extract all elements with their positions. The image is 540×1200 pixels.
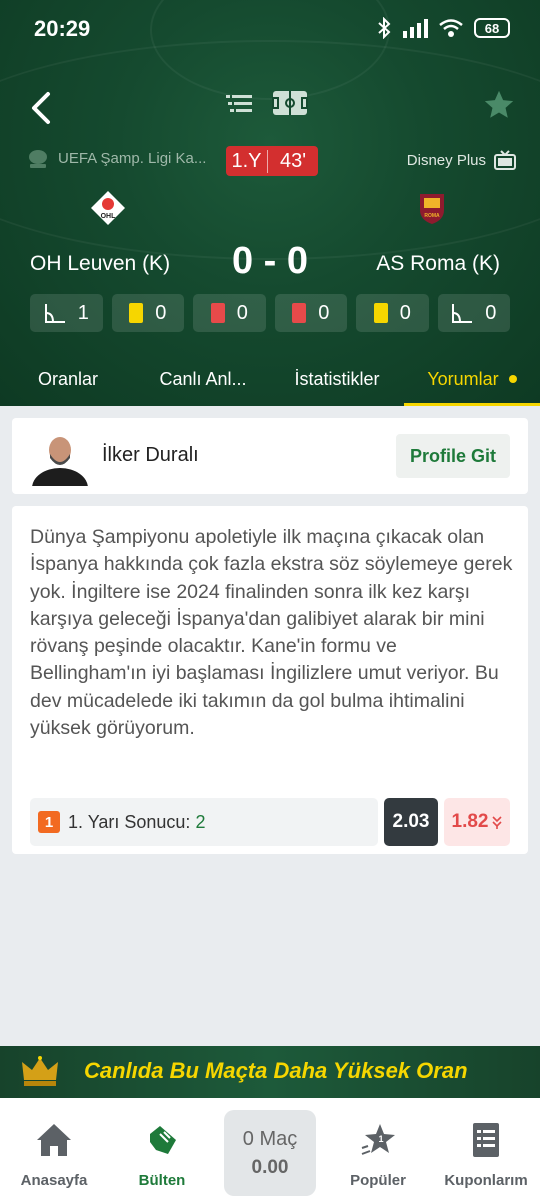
- stat-value: 1: [77, 301, 89, 324]
- list-view-icon[interactable]: [226, 93, 252, 113]
- status-time: 20:29: [34, 16, 91, 41]
- nav-popular[interactable]: 1 Popüler: [324, 1098, 432, 1200]
- profile-button[interactable]: Profile Git: [396, 434, 510, 478]
- bottom-nav: Anasayfa Bülten 0 Maç 0.00 1 Popüler Kup…: [0, 1098, 540, 1200]
- author-card: İlker Duralı Profile Git: [12, 418, 528, 494]
- away-yellow-cards: 0: [356, 294, 429, 332]
- coupon-summary-button[interactable]: 0 Maç 0.00: [224, 1110, 316, 1196]
- home-red-cards: 0: [193, 294, 266, 332]
- status-icons: 68: [376, 17, 510, 39]
- corner-flag-icon: [44, 304, 65, 323]
- nav-label: Popüler: [350, 1172, 406, 1189]
- nav-label: Bülten: [138, 1172, 186, 1189]
- comment-card: Dünya Şampiyonu apoletiyle ilk maçına çı…: [12, 506, 528, 854]
- tab-istatistikler[interactable]: İstatistikler: [270, 352, 404, 406]
- author-photo: [30, 426, 90, 486]
- star-icon: [484, 90, 514, 118]
- status-bar: 20:29 68: [0, 0, 540, 58]
- back-button[interactable]: [24, 88, 64, 128]
- tab-canli-anlatim[interactable]: Canlı Anl...: [136, 352, 270, 406]
- promo-banner[interactable]: Canlıda Bu Maçta Daha Yüksek Oran: [0, 1046, 540, 1098]
- match-tabs: Oranlar Canlı Anl... İstatistikler Yorum…: [0, 352, 540, 406]
- home-team-logo: OHL: [91, 191, 125, 225]
- pitch-view-icon[interactable]: [272, 90, 308, 116]
- tab-yorumlar[interactable]: Yorumlar: [404, 352, 540, 406]
- broadcaster: Disney Plus: [407, 150, 516, 170]
- match-header: 20:29 68 UEFA Şamp. Ligi Ka... 1.Y 43' D…: [0, 0, 540, 406]
- away-corners: 0: [437, 294, 510, 332]
- tv-icon: [494, 150, 516, 170]
- home-icon: [37, 1124, 71, 1156]
- previous-odd-value: 1.82: [451, 811, 489, 832]
- red-card-icon: [292, 303, 307, 323]
- bet-number-badge: 1: [38, 811, 60, 833]
- new-indicator-dot: [508, 375, 517, 383]
- tab-label: Yorumlar: [427, 368, 499, 389]
- svg-text:ROMA: ROMA: [424, 213, 440, 219]
- away-team-logo: ROMA: [420, 194, 444, 224]
- bet-market: 1 1. Yarı Sonucu: 2: [30, 798, 378, 846]
- yellow-card-icon: [373, 303, 388, 323]
- league-row: UEFA Şamp. Ligi Ka... 1.Y 43' Disney Plu…: [26, 146, 516, 176]
- match-half: 1.Y: [226, 149, 268, 173]
- bet-pick: 2: [195, 811, 206, 832]
- popular-star-icon: 1: [361, 1124, 395, 1155]
- league-name[interactable]: UEFA Şamp. Ligi Ka...: [58, 150, 206, 167]
- odd-button[interactable]: 2.03: [384, 798, 438, 846]
- nav-label: Anasayfa: [20, 1172, 88, 1189]
- tab-oranlar[interactable]: Oranlar: [0, 352, 136, 406]
- view-switcher: [226, 90, 308, 116]
- comment-text: Dünya Şampiyonu apoletiyle ilk maçına çı…: [30, 526, 513, 740]
- chevron-left-icon: [32, 92, 50, 124]
- stat-value: 0: [485, 301, 497, 324]
- crown-icon: [22, 1056, 58, 1086]
- stat-value: 0: [399, 301, 411, 324]
- nav-label: Kuponlarım: [444, 1172, 528, 1189]
- live-time-badge: 1.Y 43': [226, 146, 318, 176]
- home-yellow-cards: 0: [111, 294, 184, 332]
- match-minute: 43': [279, 149, 307, 172]
- corner-flag-icon: [452, 304, 473, 323]
- svg-text:1: 1: [378, 1134, 383, 1144]
- battery-indicator: 68: [474, 18, 510, 38]
- wifi-icon: [439, 19, 463, 37]
- promo-text: Canlıda Bu Maçta Daha Yüksek Oran: [84, 1058, 468, 1083]
- coupon-list-icon: [473, 1123, 499, 1157]
- away-red-cards: 0: [274, 294, 347, 332]
- stat-value: 0: [155, 301, 167, 324]
- coupon-total-odd: 0.00: [251, 1156, 289, 1178]
- red-card-icon: [210, 303, 225, 323]
- previous-odd: 1.82: [444, 798, 510, 846]
- signal-icon: [403, 19, 428, 38]
- match-stats: 1 0 0 0 0 0: [30, 294, 510, 332]
- home-corners: 1: [30, 294, 103, 332]
- yellow-card-icon: [129, 303, 144, 323]
- double-chevron-down-icon: [492, 816, 503, 829]
- avatar: [30, 426, 90, 486]
- nav-my-coupons[interactable]: Kuponlarım: [432, 1098, 540, 1200]
- coupon-match-count: 0 Maç: [242, 1127, 298, 1150]
- trophy-icon: [29, 150, 47, 168]
- nav-home[interactable]: Anasayfa: [0, 1098, 108, 1200]
- bulletin-hand-icon: [150, 1126, 176, 1154]
- away-team-name[interactable]: AS Roma (K): [376, 252, 500, 276]
- stat-value: 0: [318, 301, 330, 324]
- svg-text:OHL: OHL: [101, 213, 117, 220]
- bluetooth-icon: [378, 17, 391, 39]
- bet-market-name: 1. Yarı Sonucu:: [68, 811, 191, 832]
- stat-value: 0: [236, 301, 248, 324]
- favorite-button[interactable]: [482, 88, 516, 122]
- author-name: İlker Duralı: [102, 444, 199, 466]
- bet-label: 1. Yarı Sonucu: 2: [68, 812, 205, 833]
- broadcaster-name: Disney Plus: [406, 151, 486, 169]
- bet-suggestion: 1 1. Yarı Sonucu: 2 2.03 1.82: [30, 798, 510, 848]
- nav-bulletin[interactable]: Bülten: [108, 1098, 216, 1200]
